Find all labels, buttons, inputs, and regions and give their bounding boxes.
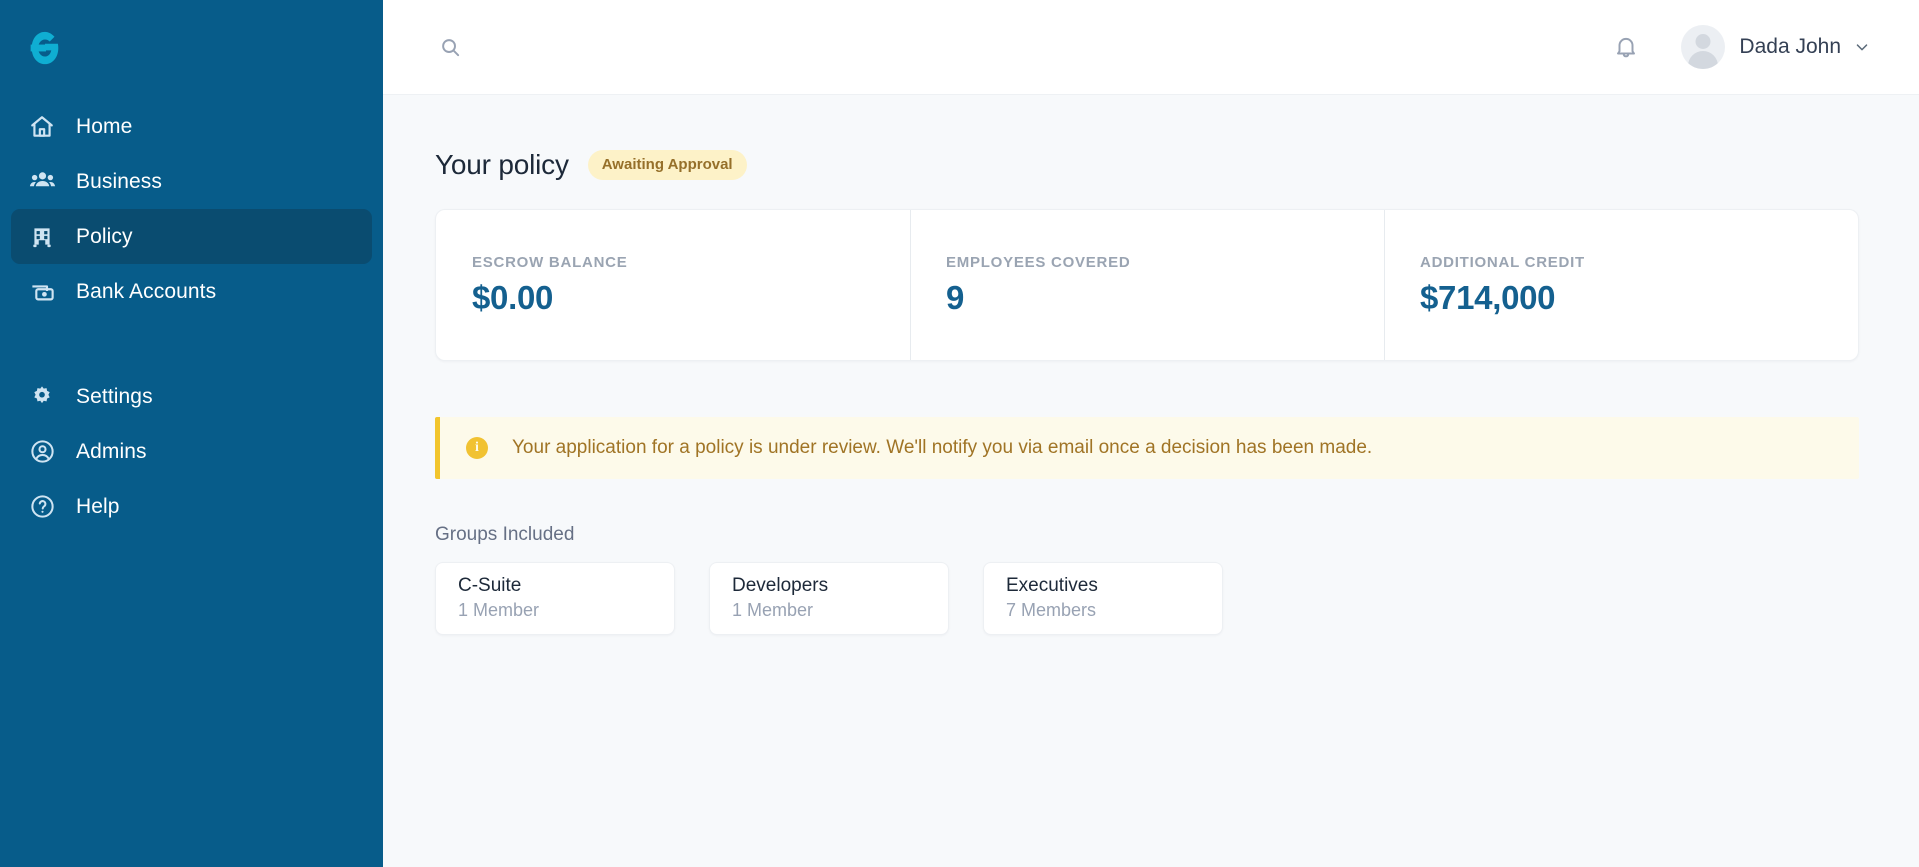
top-header-bar: Dada John bbox=[383, 0, 1919, 95]
group-member-count: 1 Member bbox=[732, 600, 814, 620]
group-name: Executives bbox=[1006, 575, 1098, 596]
sidebar-item-admins[interactable]: Admins bbox=[11, 424, 372, 479]
alert-message: Your application for a policy is under r… bbox=[512, 437, 1373, 458]
building-icon bbox=[27, 222, 57, 252]
page-header: Your policy Awaiting Approval bbox=[435, 149, 1859, 181]
search-icon[interactable] bbox=[435, 32, 465, 62]
group-card[interactable]: C-Suite 1 Member bbox=[435, 562, 675, 635]
review-alert-banner: i Your application for a policy is under… bbox=[435, 417, 1859, 479]
stat-value: 9 bbox=[946, 279, 965, 316]
stat-value: $714,000 bbox=[1420, 279, 1556, 316]
bank-card-icon bbox=[27, 277, 57, 307]
sidebar-item-label: Settings bbox=[76, 384, 153, 408]
groups-card-list: C-Suite 1 Member Developers 1 Member Exe… bbox=[435, 562, 1859, 635]
user-name-label: Dada John bbox=[1739, 35, 1841, 58]
sidebar-item-label: Help bbox=[76, 494, 120, 518]
bell-icon[interactable] bbox=[1609, 30, 1643, 64]
group-name: C-Suite bbox=[458, 575, 522, 596]
group-member-count: 1 Member bbox=[458, 600, 540, 620]
sidebar: Home Business Policy Bank Accounts Setti… bbox=[0, 0, 383, 867]
home-icon bbox=[27, 112, 57, 142]
group-card[interactable]: Developers 1 Member bbox=[709, 562, 949, 635]
group-name: Developers bbox=[732, 575, 829, 596]
stat-label: EMPLOYEES COVERED bbox=[946, 254, 1131, 271]
sidebar-item-label: Home bbox=[76, 114, 133, 138]
page-title: Your policy bbox=[435, 149, 569, 180]
main-area: Dada John Your policy Awaiting Approval … bbox=[383, 0, 1919, 867]
stats-card-group: ESCROW BALANCE $0.00 EMPLOYEES COVERED 9… bbox=[435, 209, 1859, 361]
stat-additional-credit: ADDITIONAL CREDIT $714,000 bbox=[1384, 210, 1858, 360]
g-logo-icon bbox=[30, 31, 59, 64]
sidebar-item-settings[interactable]: Settings bbox=[11, 369, 372, 424]
stat-escrow-balance: ESCROW BALANCE $0.00 bbox=[436, 210, 910, 360]
sidebar-item-business[interactable]: Business bbox=[11, 154, 372, 209]
group-card[interactable]: Executives 7 Members bbox=[983, 562, 1223, 635]
gear-icon bbox=[27, 382, 57, 412]
page-content: Your policy Awaiting Approval ESCROW BAL… bbox=[383, 95, 1919, 867]
groups-section-title: Groups Included bbox=[435, 524, 575, 545]
group-member-count: 7 Members bbox=[1006, 600, 1097, 620]
sidebar-item-help[interactable]: Help bbox=[11, 479, 372, 534]
sidebar-secondary-nav: Settings Admins Help bbox=[0, 369, 383, 534]
user-menu[interactable]: Dada John bbox=[1681, 25, 1871, 69]
sidebar-item-policy[interactable]: Policy bbox=[11, 209, 372, 264]
info-circle-icon: i bbox=[466, 437, 488, 459]
sidebar-item-label: Bank Accounts bbox=[76, 279, 217, 303]
status-badge: Awaiting Approval bbox=[587, 150, 747, 180]
people-group-icon bbox=[27, 167, 57, 197]
user-circle-icon bbox=[27, 437, 57, 467]
sidebar-item-home[interactable]: Home bbox=[11, 99, 372, 154]
avatar-placeholder-icon bbox=[1681, 25, 1726, 69]
stat-label: ADDITIONAL CREDIT bbox=[1420, 254, 1585, 271]
sidebar-primary-nav: Home Business Policy Bank Accounts bbox=[0, 99, 383, 319]
sidebar-item-bank-accounts[interactable]: Bank Accounts bbox=[11, 264, 372, 319]
logo-container[interactable] bbox=[0, 0, 383, 95]
sidebar-item-label: Admins bbox=[76, 439, 147, 463]
question-circle-icon bbox=[27, 492, 57, 522]
chevron-down-icon bbox=[1853, 38, 1871, 56]
app-root: Home Business Policy Bank Accounts Setti… bbox=[0, 0, 1919, 867]
stat-employees-covered: EMPLOYEES COVERED 9 bbox=[910, 210, 1384, 360]
sidebar-item-label: Business bbox=[76, 169, 163, 193]
stat-value: $0.00 bbox=[472, 279, 554, 316]
sidebar-item-label: Policy bbox=[76, 224, 133, 248]
stat-label: ESCROW BALANCE bbox=[472, 254, 628, 271]
